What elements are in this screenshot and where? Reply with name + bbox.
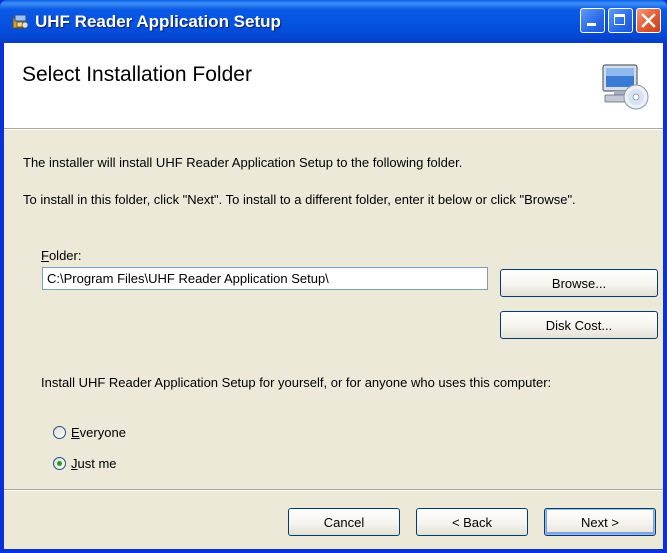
folder-label-rest: older:: [48, 248, 82, 263]
maximize-button[interactable]: [608, 8, 633, 33]
maximize-icon: [614, 14, 625, 25]
everyone-option[interactable]: Everyone: [53, 425, 126, 440]
everyone-label-rest: veryone: [79, 425, 126, 440]
everyone-radio[interactable]: [53, 426, 66, 439]
window-border-right: [663, 43, 667, 553]
installer-window: UHF Reader Application Setup Select Inst…: [0, 0, 667, 553]
intro-text: The installer will install UHF Reader Ap…: [23, 155, 463, 170]
everyone-label: Everyone: [71, 425, 126, 440]
browse-button[interactable]: Browse...: [500, 269, 658, 297]
page-title: Select Installation Folder: [22, 63, 252, 86]
window-border-bottom: [0, 549, 667, 553]
folder-label-accesskey: F: [41, 248, 49, 263]
radio-selected-dot: [57, 461, 62, 466]
minimize-button[interactable]: [580, 8, 605, 33]
just-me-label-rest: ust me: [77, 456, 117, 471]
title-bar[interactable]: UHF Reader Application Setup: [0, 0, 667, 43]
folder-input[interactable]: [42, 267, 488, 290]
dialog-body: Select Installation Folder The installer…: [4, 43, 663, 549]
banner: Select Installation Folder: [4, 43, 663, 129]
instructions-text: To install in this folder, click "Next".…: [23, 192, 576, 207]
footer-divider: [4, 489, 663, 491]
folder-label: Folder:: [41, 248, 81, 263]
close-button[interactable]: [636, 8, 661, 33]
back-button[interactable]: < Back: [416, 508, 528, 536]
install-for-prompt: Install UHF Reader Application Setup for…: [41, 375, 552, 390]
just-me-option[interactable]: Just me: [53, 456, 117, 471]
disk-cost-button[interactable]: Disk Cost...: [500, 311, 658, 339]
just-me-label: Just me: [71, 456, 117, 471]
computer-cd-icon: [602, 64, 649, 110]
installer-icon: [12, 14, 29, 29]
next-button[interactable]: Next >: [544, 508, 656, 536]
just-me-radio[interactable]: [53, 457, 66, 470]
cancel-button[interactable]: Cancel: [288, 508, 400, 536]
window-border-left: [0, 43, 4, 553]
everyone-accesskey: E: [71, 425, 80, 440]
banner-divider: [4, 129, 663, 130]
window-title: UHF Reader Application Setup: [35, 12, 281, 31]
close-icon: [641, 13, 656, 28]
minimize-icon: [587, 23, 596, 26]
